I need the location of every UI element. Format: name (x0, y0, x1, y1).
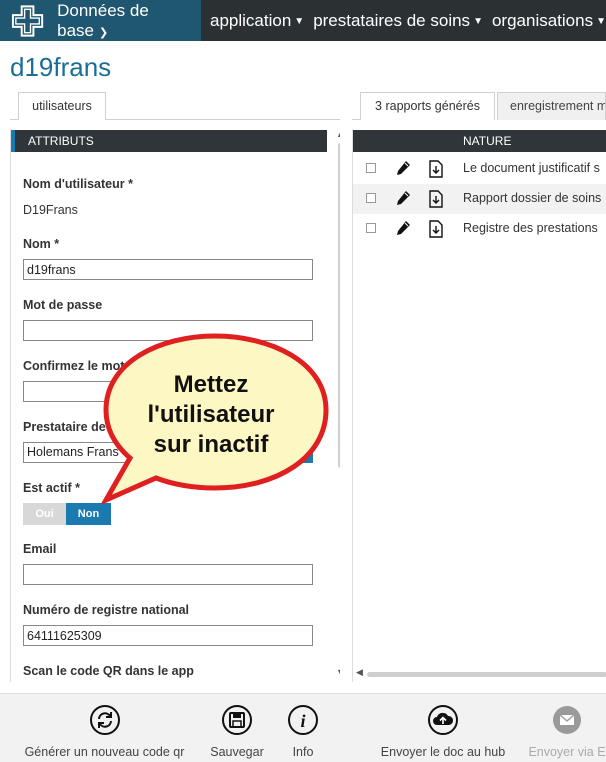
report-nature: Rapport dossier de soins (463, 191, 602, 205)
toggle-oui[interactable]: Oui (23, 503, 66, 525)
pencil-icon[interactable] (395, 160, 411, 176)
brand-label[interactable]: Données de base ❯ (57, 1, 201, 41)
table-row[interactable]: Rapport dossier de soins (353, 184, 606, 214)
caret-down-icon: ▼ (596, 15, 606, 27)
generate-qr-button[interactable]: Générer un nouveau code qr (22, 704, 187, 759)
row-checkbox[interactable] (366, 223, 376, 233)
table-row[interactable]: Registre des prestations (353, 214, 606, 244)
username-value: D19Frans (23, 203, 78, 217)
email-input[interactable] (23, 564, 313, 585)
document-download-icon[interactable] (428, 160, 444, 178)
tab-divider (106, 119, 340, 120)
pencil-icon[interactable] (395, 190, 411, 206)
document-download-icon[interactable] (428, 220, 444, 238)
password-label: Mot de passe (23, 298, 103, 312)
reports-panel: NATURE Le document justificatif s Rappor… (352, 129, 606, 682)
save-label: Sauvegar (210, 745, 264, 759)
name-label: Nom * (23, 237, 60, 251)
tab-utilisateurs[interactable]: utilisateurs (18, 92, 106, 120)
top-navbar: Données de base ❯ application ▼ prestatair… (0, 0, 606, 41)
caret-down-icon: ▼ (294, 15, 305, 27)
tab-divider (10, 119, 18, 120)
section-header-attributs: ATTRIBUTS (11, 130, 327, 152)
info-icon: i (288, 705, 318, 735)
toggle-non[interactable]: Non (66, 503, 111, 525)
floppy-disk-icon (222, 705, 252, 735)
nav-prestataires[interactable]: prestataires de soins ▼ (313, 11, 483, 31)
scroll-down-icon[interactable]: ▼ (336, 667, 340, 677)
mail-icon (553, 706, 581, 734)
provider-label: Prestataire de (23, 420, 106, 434)
active-toggle[interactable]: Oui Non (23, 503, 111, 525)
vertical-scrollbar[interactable]: ▲ ▼ (335, 129, 340, 682)
nav-organisations[interactable]: organisations ▼ (492, 11, 606, 31)
info-button[interactable]: i Info (283, 704, 323, 759)
table-row[interactable]: Le document justificatif s (353, 154, 606, 184)
scrollbar-thumb[interactable] (367, 672, 606, 677)
row-checkbox[interactable] (366, 163, 376, 173)
report-nature: Le document justificatif s (463, 161, 600, 175)
horizontal-scrollbar[interactable]: ◀ (353, 667, 606, 679)
email-label: Email (23, 542, 57, 556)
tab-divider (352, 119, 360, 120)
send-hub-label: Envoyer le doc au hub (380, 745, 506, 759)
username-label: Nom d'utilisateur * (23, 177, 133, 191)
scroll-up-icon[interactable]: ▲ (336, 129, 340, 139)
nav-application[interactable]: application ▼ (210, 11, 304, 31)
callout-line: sur inactif (153, 431, 269, 458)
brand-menu[interactable]: Données de base ❯ (0, 0, 201, 41)
nature-column-header: NATURE (463, 134, 512, 148)
callout-text: Mettez l'utilisateur sur inactif (105, 370, 317, 460)
svg-text:i: i (300, 711, 305, 731)
medical-cross-logo-icon (11, 4, 44, 37)
send-via-label: Envoyer via E (528, 745, 606, 759)
caret-down-icon: ▼ (473, 15, 483, 27)
callout-line: l'utilisateur (147, 401, 275, 428)
refresh-circle-icon (89, 705, 120, 735)
qr-label: Scan le code QR dans le app (23, 664, 194, 678)
scrollbar-thumb[interactable] (338, 143, 340, 468)
info-label: Info (292, 745, 314, 759)
name-input[interactable] (23, 259, 313, 280)
row-checkbox[interactable] (366, 193, 376, 203)
bottom-toolbar: Générer un nouveau code qr Sauvegar i In… (0, 693, 606, 762)
national-register-input[interactable] (23, 625, 313, 646)
national-register-label: Numéro de registre national (23, 603, 190, 617)
save-button[interactable]: Sauvegar (207, 704, 267, 759)
tab-enregistrement[interactable]: enregistrement m (497, 92, 606, 120)
tab-rapports-generes[interactable]: 3 rapports générés (360, 92, 495, 120)
cloud-upload-icon (428, 705, 458, 735)
chevron-down-icon: ❯ (98, 26, 109, 39)
active-label: Est actif * (23, 481, 80, 495)
page-title: d19frans (10, 52, 112, 82)
document-download-icon[interactable] (428, 190, 444, 208)
generate-qr-label: Générer un nouveau code qr (24, 745, 185, 759)
send-via-button[interactable]: Envoyer via E (528, 704, 606, 759)
send-hub-button[interactable]: Envoyer le doc au hub (378, 704, 508, 759)
scroll-left-icon[interactable]: ◀ (356, 667, 363, 678)
pencil-icon[interactable] (395, 220, 411, 236)
report-nature: Registre des prestations (463, 221, 598, 235)
callout-line: Mettez (173, 371, 249, 398)
reports-table-header: NATURE (353, 130, 606, 152)
